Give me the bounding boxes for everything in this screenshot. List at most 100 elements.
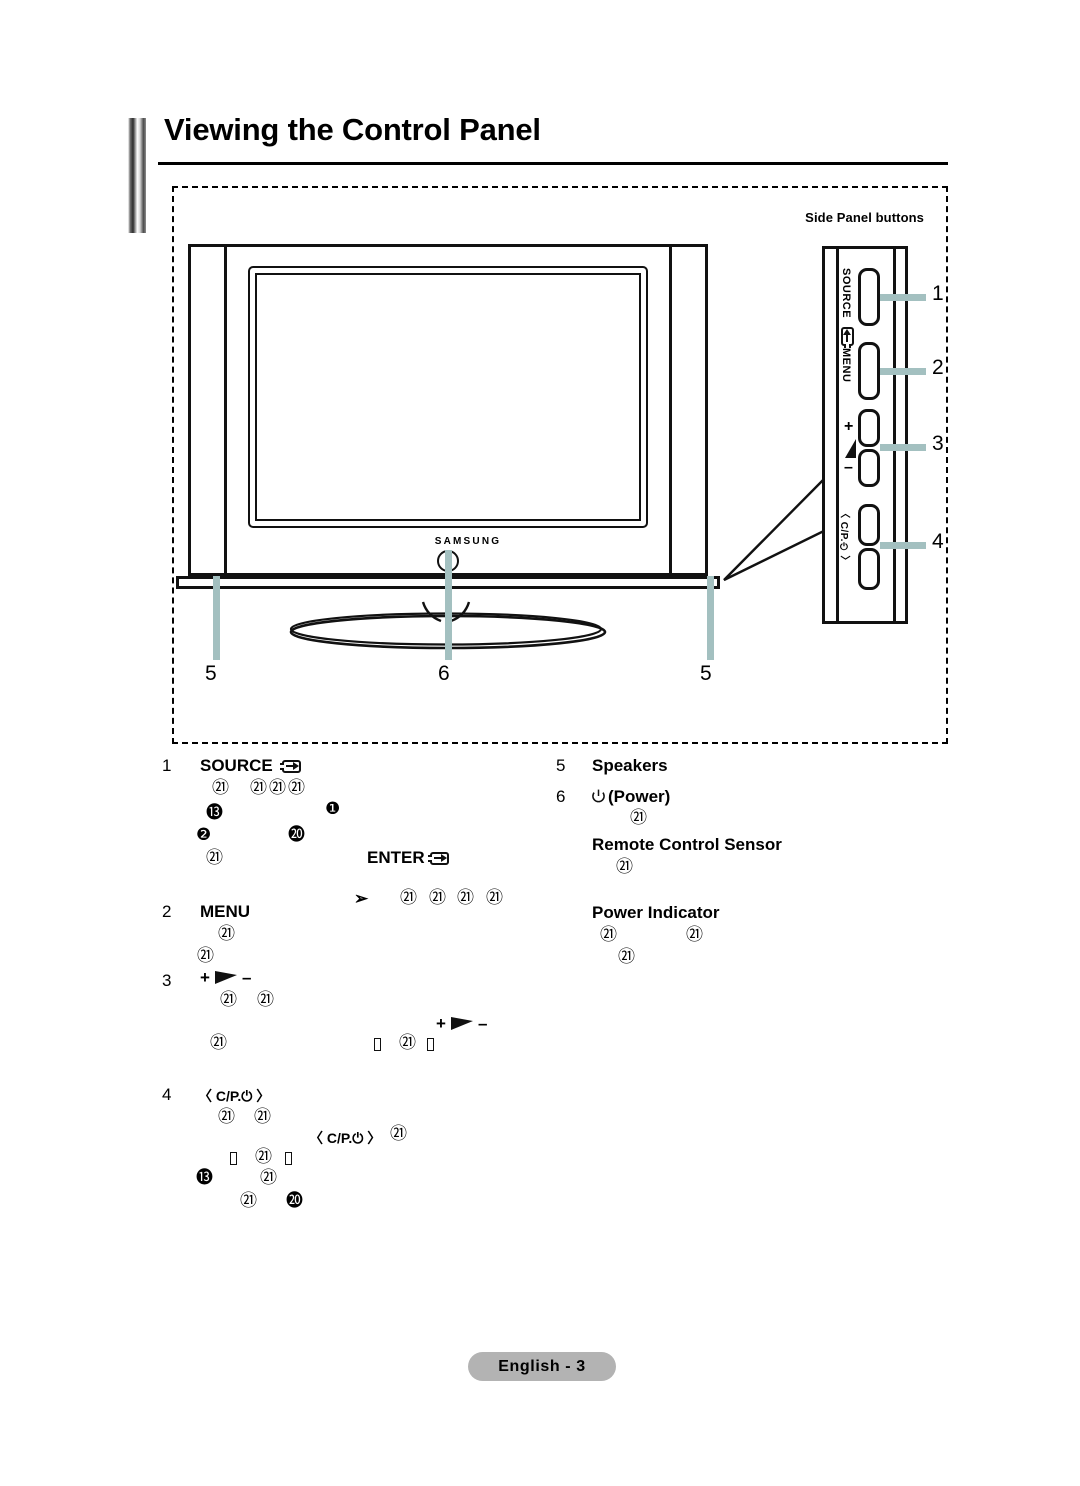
legend-4-label-inline: 〈 C/P.⏻ 〉 bbox=[309, 1130, 382, 1146]
note-marker-4: ㉑ bbox=[486, 888, 503, 908]
legend-1-marker-e: ⓭ bbox=[206, 803, 223, 823]
volume-minus-legend: – bbox=[241, 968, 252, 987]
leader-line-callout-4 bbox=[880, 542, 926, 549]
legend-2-number: 2 bbox=[162, 902, 172, 921]
side-button-cp-label: 〈 C/P.⏻ 〉 bbox=[838, 508, 849, 567]
leader-line-callout-2 bbox=[880, 368, 926, 375]
legend-4-marker-g: ㉑ bbox=[240, 1191, 257, 1211]
tv-screen-area bbox=[255, 273, 641, 521]
legend-power-indicator-marker-b: ㉑ bbox=[686, 925, 703, 945]
legend-3-missing-glyph-a bbox=[374, 1038, 381, 1051]
side-panel-detail: SOURCE 1 MENU 2 + – 3 〈 C/P.⏻ 〉 4 bbox=[822, 246, 944, 624]
legend-5-number: 5 bbox=[556, 756, 566, 775]
legend-6-number: 6 bbox=[556, 787, 566, 806]
volume-wedge-icon-legend bbox=[214, 970, 237, 984]
legend-1-marker-h: ⓴ bbox=[288, 825, 305, 845]
page-header: Viewing the Control Panel bbox=[128, 112, 948, 233]
callout-2: 2 bbox=[932, 356, 944, 379]
legend-4-number: 4 bbox=[162, 1085, 172, 1104]
side-button-volume-up[interactable] bbox=[858, 409, 880, 447]
legend-2-marker-a: ㉑ bbox=[218, 924, 235, 944]
volume-minus-label: – bbox=[844, 459, 853, 476]
source-enter-icon bbox=[841, 327, 854, 348]
title-underline bbox=[158, 162, 948, 165]
legend-3-marker-c: ㉑ bbox=[210, 1033, 227, 1053]
legend-4-marker-a: ㉑ bbox=[218, 1107, 235, 1127]
side-button-channel-power[interactable] bbox=[858, 548, 880, 590]
volume-plus-legend: + bbox=[200, 968, 210, 987]
title-accent-bar bbox=[128, 118, 146, 233]
legend-3-missing-glyph-b bbox=[427, 1038, 434, 1051]
legend-1-marker-f: ❶ bbox=[325, 799, 341, 819]
legend-4-label: 〈 C/P.⏻ 〉 bbox=[198, 1088, 271, 1104]
legend-3-marker-b: ㉑ bbox=[257, 990, 274, 1010]
legend-4-marker-f: ㉑ bbox=[260, 1168, 277, 1188]
legend-3-marker-d: ㉑ bbox=[399, 1033, 416, 1053]
legend-3-marker-a: ㉑ bbox=[220, 990, 237, 1010]
samsung-logo: SAMSUNG bbox=[434, 536, 502, 547]
tv-right-bezel-rail bbox=[669, 244, 672, 576]
legend-4-missing-glyph-a bbox=[230, 1152, 237, 1165]
side-button-volume-down[interactable] bbox=[858, 449, 880, 487]
volume-plus-inline: + bbox=[436, 1014, 446, 1033]
legend-1-marker-b: ㉑ bbox=[250, 778, 267, 798]
legend-power-indicator-marker-c: ㉑ bbox=[618, 947, 635, 967]
source-enter-icon-legend bbox=[280, 760, 301, 773]
legend-4-marker-h: ⓴ bbox=[286, 1191, 303, 1211]
leader-line-speaker-left bbox=[213, 576, 220, 660]
note-arrow-icon: ➢ bbox=[354, 889, 369, 908]
callout-1: 1 bbox=[932, 282, 944, 305]
tv-left-bezel-rail bbox=[224, 244, 227, 576]
legend-1-marker-i: ㉑ bbox=[206, 848, 223, 868]
note-marker-2: ㉑ bbox=[429, 888, 446, 908]
note-marker-1: ㉑ bbox=[400, 888, 417, 908]
volume-wedge-icon bbox=[845, 439, 856, 458]
page-footer-badge: English - 3 bbox=[468, 1352, 616, 1381]
legend-4-missing-glyph-b bbox=[285, 1152, 292, 1165]
side-button-source[interactable] bbox=[858, 268, 880, 326]
legend-1-marker-g: ❷ bbox=[196, 825, 212, 845]
side-button-source-label: SOURCE bbox=[840, 268, 852, 319]
legend-4-marker-d: ㉑ bbox=[255, 1147, 272, 1167]
legend-1-marker-a: ㉑ bbox=[212, 778, 229, 798]
enter-icon bbox=[428, 852, 449, 865]
legend-remote-sensor-marker: ㉑ bbox=[616, 857, 633, 877]
figure-container: Side Panel buttons SAMSUNG 5 6 5 SOURCE … bbox=[172, 186, 948, 907]
legend-power-indicator-label: Power Indicator bbox=[592, 903, 720, 922]
volume-wedge-icon-inline bbox=[450, 1016, 473, 1030]
page-title: Viewing the Control Panel bbox=[164, 112, 541, 147]
legend-6-marker: ㉑ bbox=[630, 808, 647, 828]
legend-remote-sensor-label: Remote Control Sensor bbox=[592, 835, 782, 854]
legend-1-label: SOURCE bbox=[200, 756, 273, 775]
legend-1-number: 1 bbox=[162, 756, 172, 775]
leader-line-callout-1 bbox=[880, 294, 926, 301]
note-marker-3: ㉑ bbox=[457, 888, 474, 908]
tv-front-illustration: SAMSUNG 5 6 5 bbox=[176, 244, 748, 685]
callout-6: 6 bbox=[438, 662, 450, 685]
legend-power-indicator-marker-a: ㉑ bbox=[600, 925, 617, 945]
legend-4-marker-b: ㉑ bbox=[254, 1107, 271, 1127]
volume-control-icon-legend: + – bbox=[200, 968, 251, 988]
power-icon bbox=[592, 789, 605, 803]
volume-minus-inline: – bbox=[477, 1014, 488, 1033]
callout-5-left: 5 bbox=[205, 662, 217, 685]
callout-3: 3 bbox=[932, 432, 944, 455]
side-button-menu[interactable] bbox=[858, 342, 880, 400]
side-panel-rail-outer bbox=[893, 246, 896, 624]
legend-3-number: 3 bbox=[162, 971, 172, 990]
leader-line-power-indicator bbox=[445, 550, 452, 660]
volume-control-icon-inline: + – bbox=[436, 1014, 487, 1034]
side-panel-caption: Side Panel buttons bbox=[805, 210, 924, 225]
side-button-channel-up[interactable] bbox=[858, 504, 880, 546]
legend-4-marker-e: ⓭ bbox=[196, 1168, 213, 1188]
side-button-menu-label: MENU bbox=[840, 348, 852, 383]
legend-4-marker-c: ㉑ bbox=[390, 1124, 407, 1144]
leader-line-callout-3 bbox=[880, 444, 926, 451]
legend-2-marker-b: ㉑ bbox=[197, 946, 214, 966]
legend-5-label: Speakers bbox=[592, 756, 668, 775]
legend-6-label: (Power) bbox=[608, 787, 671, 806]
legend-enter-label: ENTER bbox=[367, 848, 425, 867]
legend-1-marker-c: ㉑ bbox=[269, 778, 286, 798]
volume-plus-label: + bbox=[844, 418, 854, 435]
tv-screen-bezel bbox=[248, 266, 648, 528]
